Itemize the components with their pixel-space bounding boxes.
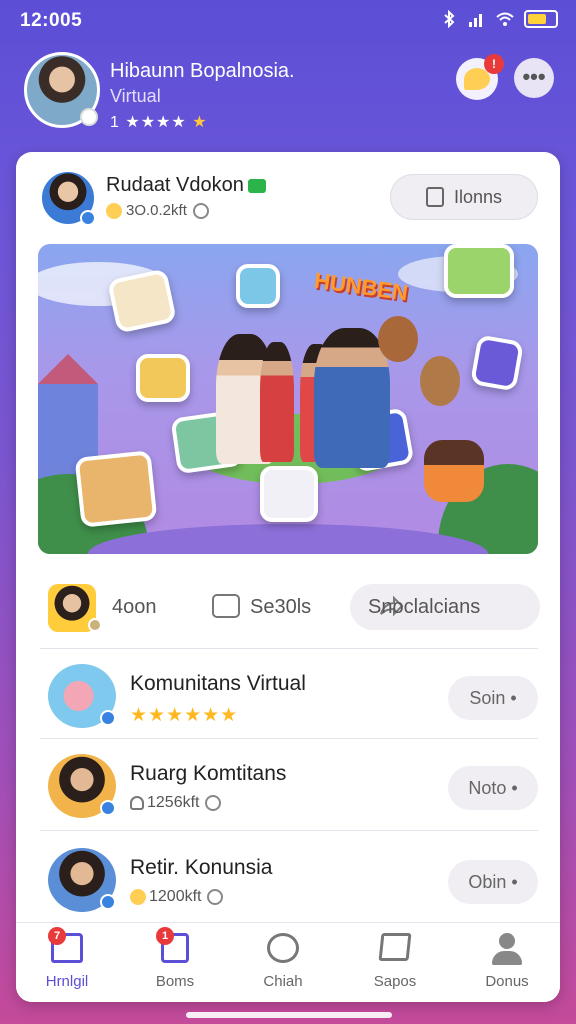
status-icons [440, 10, 558, 28]
follow-button[interactable]: Ilonns [390, 174, 538, 220]
share-label[interactable]: Snoclalcians [368, 596, 480, 619]
comment-count[interactable]: Se30ls [250, 596, 311, 619]
nav-badge: 7 [48, 927, 66, 945]
smile-icon [130, 888, 146, 905]
rating-prefix: 1 [110, 114, 120, 131]
home-indicator[interactable] [186, 1012, 392, 1018]
profile-rating: 1 ★★★★ ★ [110, 112, 208, 132]
community-item[interactable]: Retir. Konunsia 1200kft Obin • [40, 836, 538, 926]
nav-label: Hrnlgil [45, 973, 89, 990]
bookmark-icon [425, 187, 444, 207]
hero-person [260, 342, 294, 462]
rating-gold-star-icon: ★ [192, 114, 208, 131]
wifi-icon [496, 12, 514, 26]
online-status-icon [80, 108, 98, 126]
clock-icon [192, 203, 209, 220]
nav-badge: 1 [156, 927, 174, 945]
profile-subtitle: Virtual [110, 86, 161, 106]
reaction-badge-icon [88, 618, 102, 632]
join-button[interactable]: Soin • [448, 676, 538, 720]
verified-icon [100, 800, 116, 816]
post-card: Rudaat Vdokon 3O.0.2kft Ilonns HUNBEN 4o… [16, 152, 560, 1002]
post-author-name[interactable]: Rudaat Vdokon [106, 174, 266, 197]
nav-label: Chiah [263, 973, 303, 990]
join-button[interactable]: Noto • [448, 766, 538, 810]
battery-icon [524, 10, 558, 28]
post-author-name-text: Rudaat Vdokon [106, 174, 244, 196]
user-icon [490, 933, 524, 965]
verified-icon [100, 894, 116, 910]
member-count: 1200kft [149, 888, 202, 905]
divider [40, 738, 538, 739]
live-tag-icon [247, 178, 266, 193]
nav-chat[interactable]: Chiah [238, 933, 328, 997]
comment-icon[interactable] [212, 594, 240, 618]
post-actions: 4oon Se30ls Snoclalcians [40, 582, 540, 632]
monkey-character-icon [378, 316, 418, 362]
game-tile-icon [236, 264, 280, 308]
game-tile-icon [470, 334, 524, 392]
nav-label: Donus [485, 973, 529, 990]
kid-character-icon [424, 440, 484, 502]
clock-icon [207, 888, 224, 905]
post-meta-text: 3O.0.2kft [126, 202, 187, 219]
community-title: Komunitans Virtual [130, 672, 306, 695]
profile-name: Hibaunn Bopalnosia. [110, 60, 295, 82]
post-meta: 3O.0.2kft [106, 202, 209, 220]
nav-home[interactable]: 7 Hrnlgil [22, 927, 112, 997]
nav-sapos[interactable]: Sapos [350, 933, 440, 997]
community-members: 1256kft [130, 794, 222, 812]
chat-button[interactable]: ! [456, 54, 504, 100]
follow-button-label: Ilonns [453, 186, 503, 207]
people-icon [130, 795, 144, 810]
signal-icon [469, 14, 482, 27]
nav-label: Boms [155, 973, 195, 990]
verified-icon [100, 710, 116, 726]
member-count: 1256kft [147, 794, 200, 811]
verified-icon [80, 210, 96, 226]
community-item[interactable]: Komunitans Virtual ★★★★★★ Soin • [40, 652, 538, 742]
rating-stars: ★★★★ [125, 114, 187, 131]
nav-boms[interactable]: 1 Boms [130, 927, 220, 997]
hero-person [314, 328, 390, 468]
box-icon [378, 933, 412, 965]
more-options-button[interactable]: ••• [514, 58, 554, 98]
community-title: Ruarg Komtitans [130, 762, 287, 785]
calendar-icon: 1 [156, 927, 192, 965]
nav-profile[interactable]: Donus [462, 933, 552, 997]
chat-bubble-icon [464, 68, 490, 90]
game-tile-icon [136, 354, 190, 402]
community-title: Retir. Konunsia [130, 856, 273, 879]
game-tile-icon [260, 466, 318, 522]
divider [40, 830, 538, 831]
profile-header: Hibaunn Bopalnosia. Virtual 1 ★★★★ ★ ! •… [24, 52, 554, 138]
game-tile-icon [74, 450, 158, 528]
post-hero-image[interactable]: HUNBEN [38, 244, 538, 554]
bear-character-icon [420, 356, 460, 406]
chat-icon [266, 933, 300, 965]
star-rating-icon: ★★★★★★ [130, 705, 239, 726]
join-button[interactable]: Obin • [448, 860, 538, 904]
bluetooth-icon [444, 10, 455, 28]
smile-icon [106, 203, 122, 220]
community-members: 1200kft [130, 888, 224, 906]
game-tile-icon [444, 244, 514, 298]
status-bar: 12:005 [0, 0, 576, 44]
clock-icon [205, 794, 222, 811]
community-rating: ★★★★★★ [130, 704, 238, 727]
home-icon: 7 [48, 927, 84, 965]
nav-label: Sapos [373, 973, 417, 990]
like-count[interactable]: 4oon [112, 596, 157, 619]
chat-badge: ! [484, 54, 504, 74]
community-item[interactable]: Ruarg Komtitans 1256kft Noto • [40, 742, 538, 832]
divider [40, 648, 538, 649]
status-time: 12:005 [20, 10, 83, 31]
bottom-navigation: 7 Hrnlgil 1 Boms Chiah Sapos Donus [16, 922, 560, 1002]
